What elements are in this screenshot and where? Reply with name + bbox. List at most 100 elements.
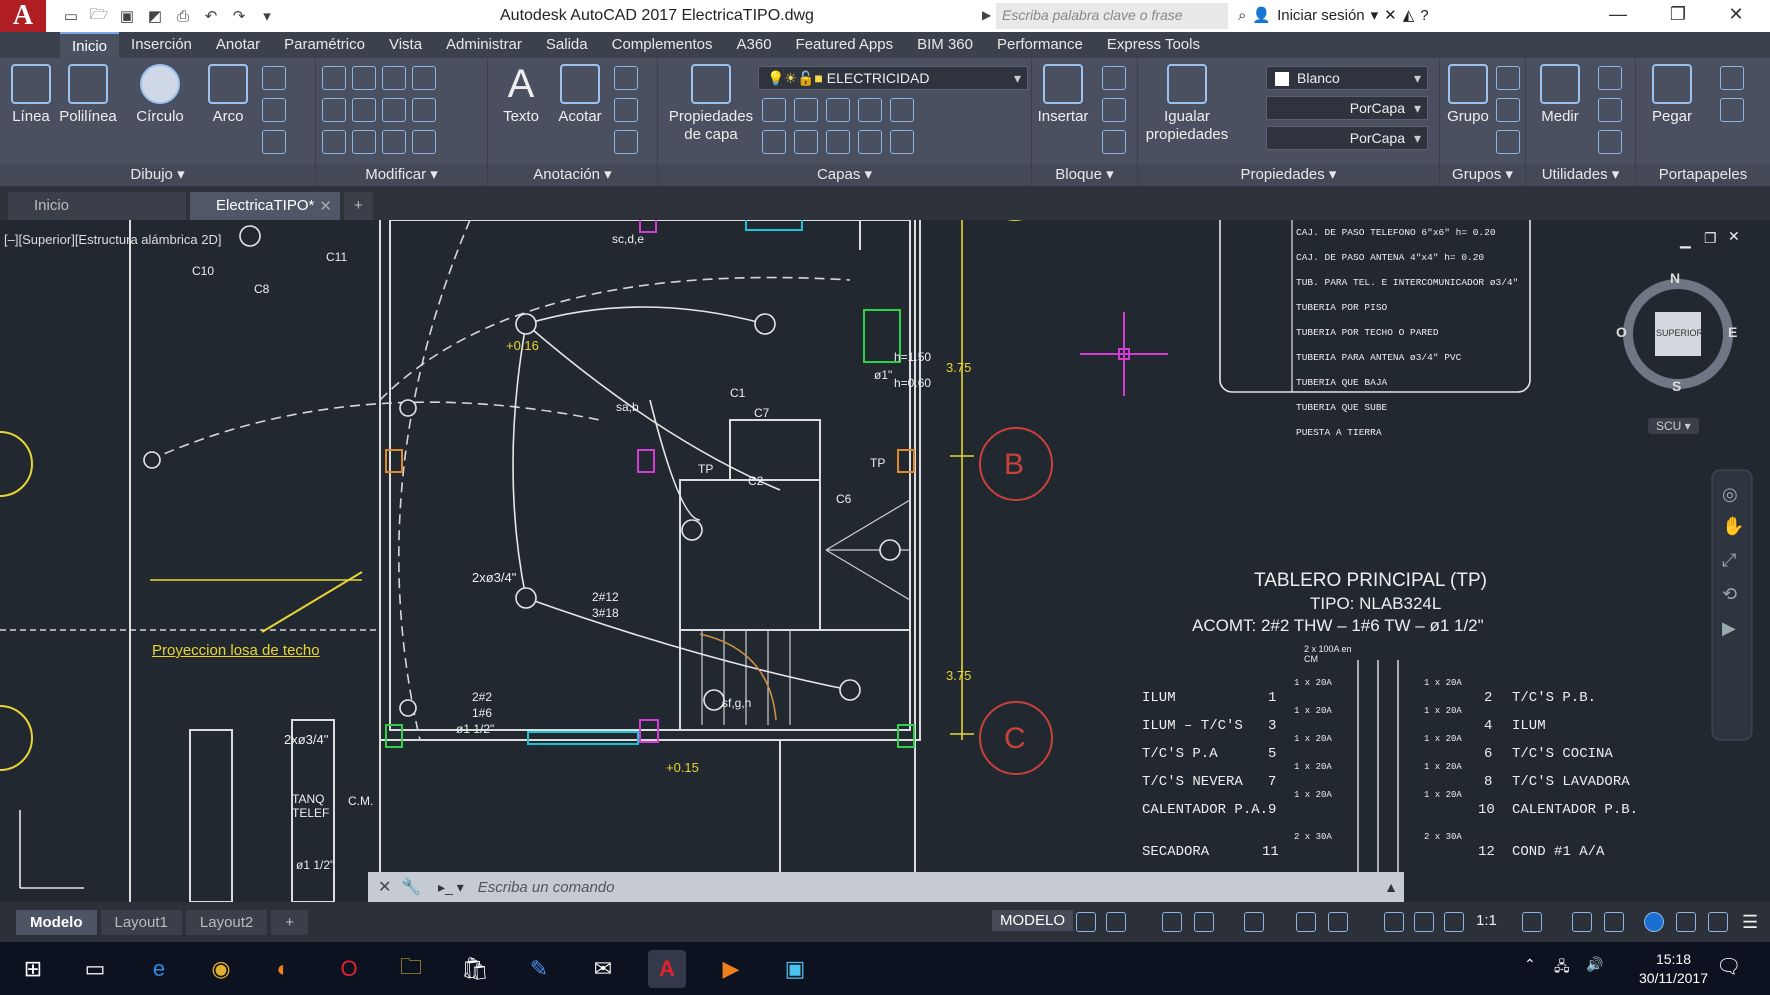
color-dropdown[interactable]: Blanco bbox=[1266, 66, 1428, 90]
polar-icon[interactable] bbox=[1194, 912, 1214, 932]
steering-wheel-icon[interactable]: ◎ bbox=[1722, 484, 1738, 505]
linetype-dropdown[interactable]: PorCapa bbox=[1266, 96, 1428, 120]
hardware-accel-icon[interactable] bbox=[1676, 912, 1696, 932]
tab-a360[interactable]: A360 bbox=[725, 32, 784, 58]
app-frame-icon[interactable]: ▣ bbox=[776, 950, 814, 988]
insert-block-button[interactable]: Insertar bbox=[1034, 64, 1092, 126]
clean-screen-icon[interactable] bbox=[1708, 912, 1728, 932]
panel-title-modify[interactable]: Modificar ▾ bbox=[316, 164, 487, 186]
redo-icon[interactable]: ↷ bbox=[228, 5, 250, 27]
erase-icon[interactable] bbox=[412, 66, 436, 90]
layer-tool-1-icon[interactable] bbox=[762, 98, 786, 122]
array-icon[interactable] bbox=[382, 130, 406, 154]
help-icon[interactable]: ? bbox=[1420, 7, 1428, 24]
tab-insercion[interactable]: Inserción bbox=[119, 32, 204, 58]
annotation-monitor-icon[interactable] bbox=[1572, 912, 1592, 932]
layer-tool-8-icon[interactable] bbox=[826, 130, 850, 154]
arc-tool-button[interactable]: Arco bbox=[206, 64, 250, 126]
viewport-minimize-icon[interactable]: ▁ bbox=[1680, 232, 1691, 249]
compass-n[interactable]: N bbox=[1670, 270, 1680, 286]
customize-menu-icon[interactable]: ☰ bbox=[1742, 912, 1758, 933]
dimension-tool-button[interactable]: Acotar bbox=[552, 64, 608, 126]
save-as-icon[interactable]: ◩ bbox=[144, 5, 166, 27]
copy-clip-icon[interactable] bbox=[1720, 98, 1744, 122]
tab-anotar[interactable]: Anotar bbox=[204, 32, 272, 58]
layer-tool-3-icon[interactable] bbox=[826, 98, 850, 122]
group-button[interactable]: Grupo bbox=[1444, 64, 1492, 126]
exchange-icon[interactable]: ✕ bbox=[1384, 6, 1397, 24]
leader-icon[interactable] bbox=[614, 98, 638, 122]
panel-title-utilities[interactable]: Utilidades ▾ bbox=[1526, 164, 1635, 186]
layout-tab-layout2[interactable]: Layout2 bbox=[185, 909, 268, 935]
circle-tool-button[interactable]: Círculo bbox=[132, 64, 188, 126]
panel-title-groups[interactable]: Grupos ▾ bbox=[1440, 164, 1525, 186]
rotate-icon[interactable] bbox=[352, 66, 376, 90]
table-icon[interactable] bbox=[614, 130, 638, 154]
layer-tool-4-icon[interactable] bbox=[858, 98, 882, 122]
notifications-icon[interactable]: 🗨 bbox=[1716, 954, 1741, 979]
tab-salida[interactable]: Salida bbox=[534, 32, 600, 58]
navigation-bar[interactable] bbox=[1711, 469, 1753, 741]
measure-button[interactable]: Medir bbox=[1530, 64, 1590, 126]
doc-tab-start[interactable]: Inicio bbox=[8, 192, 186, 220]
tab-parametrico[interactable]: Paramétrico bbox=[272, 32, 377, 58]
compass-w[interactable]: O bbox=[1616, 324, 1627, 340]
viewport-close-icon[interactable]: ✕ bbox=[1728, 228, 1740, 245]
autodesk-icon[interactable]: ◭ bbox=[1403, 6, 1415, 24]
minimize-icon[interactable]: — bbox=[1596, 4, 1640, 28]
lineweight-dropdown[interactable]: PorCapa bbox=[1266, 126, 1428, 150]
grid-icon[interactable] bbox=[1076, 912, 1096, 932]
text-tool-button[interactable]: A Texto bbox=[496, 64, 546, 126]
ungroup-icon[interactable] bbox=[1496, 66, 1520, 90]
search-expand-icon[interactable]: ▶ bbox=[982, 8, 991, 22]
signin-label[interactable]: Iniciar sesión bbox=[1277, 7, 1365, 24]
panel-title-layers[interactable]: Capas ▾ bbox=[658, 164, 1031, 186]
tab-express-tools[interactable]: Express Tools bbox=[1095, 32, 1212, 58]
media-player-icon[interactable]: ▶ bbox=[712, 950, 750, 988]
signin-area[interactable]: ⌕ 👤 Iniciar sesión ▾ ✕ ◭ ? bbox=[1238, 6, 1429, 25]
tab-vista[interactable]: Vista bbox=[377, 32, 434, 58]
ortho-icon[interactable] bbox=[1162, 912, 1182, 932]
panel-title-clipboard[interactable]: Portapapeles bbox=[1636, 164, 1770, 186]
rectangle-icon[interactable] bbox=[262, 66, 286, 90]
id-point-icon[interactable] bbox=[1598, 98, 1622, 122]
move-icon[interactable] bbox=[322, 66, 346, 90]
polyline-tool-button[interactable]: Polilínea bbox=[58, 64, 118, 126]
windows-start-icon[interactable]: ⊞ bbox=[14, 950, 52, 988]
doc-tab-current[interactable]: ElectricaTIPO* ✕ bbox=[190, 192, 340, 220]
volume-icon[interactable]: 🔊 bbox=[1586, 956, 1603, 973]
chrome-icon[interactable]: ◉ bbox=[202, 950, 240, 988]
layer-tool-10-icon[interactable] bbox=[890, 130, 914, 154]
panel-title-properties[interactable]: Propiedades ▾ bbox=[1138, 164, 1439, 186]
layout-tab-model[interactable]: Modelo bbox=[16, 909, 97, 935]
print-icon[interactable]: ⎙ bbox=[172, 5, 194, 27]
panel-title-block[interactable]: Bloque ▾ bbox=[1032, 164, 1137, 186]
restore-icon[interactable]: ❐ bbox=[1656, 4, 1700, 28]
drawing-canvas[interactable]: [–][Superior][Estructura alámbrica 2D] ▁… bbox=[0, 220, 1770, 902]
edge-icon[interactable]: e bbox=[140, 950, 178, 988]
layer-tool-5-icon[interactable] bbox=[890, 98, 914, 122]
taskbar-clock[interactable]: 15:18 30/11/2017 bbox=[1639, 950, 1708, 988]
annotation-visibility-icon[interactable] bbox=[1384, 912, 1404, 932]
task-view-icon[interactable]: ▭ bbox=[76, 950, 114, 988]
workspace-gear-icon[interactable] bbox=[1522, 912, 1542, 932]
scale-icon[interactable] bbox=[352, 130, 376, 154]
create-block-icon[interactable] bbox=[1102, 66, 1126, 90]
osnap-icon[interactable] bbox=[1328, 912, 1348, 932]
isodraft-icon[interactable] bbox=[1244, 912, 1264, 932]
viewcube-label[interactable]: SUPERIOR bbox=[1656, 328, 1703, 338]
compass-s[interactable]: S bbox=[1672, 378, 1681, 394]
network-icon[interactable]: 🖧 bbox=[1554, 956, 1570, 980]
store-icon[interactable]: 🛍 bbox=[456, 950, 494, 988]
tray-chevron-icon[interactable]: ⌃ bbox=[1524, 956, 1536, 973]
linear-dim-icon[interactable] bbox=[614, 66, 638, 90]
copy-icon[interactable] bbox=[322, 98, 346, 122]
osnap-tracking-icon[interactable] bbox=[1296, 912, 1316, 932]
zoom-extents-icon[interactable]: ⤢ bbox=[1722, 550, 1736, 571]
annotation-scale-value[interactable]: 1:1 bbox=[1476, 912, 1497, 929]
open-folder-icon[interactable]: 🗁 bbox=[88, 5, 110, 27]
showmotion-icon[interactable]: ▶ bbox=[1722, 618, 1736, 639]
layer-dropdown[interactable]: 💡☀🔓■ ELECTRICIDAD bbox=[758, 66, 1028, 90]
fillet-icon[interactable] bbox=[382, 98, 406, 122]
isolate-objects-icon[interactable] bbox=[1644, 912, 1664, 932]
